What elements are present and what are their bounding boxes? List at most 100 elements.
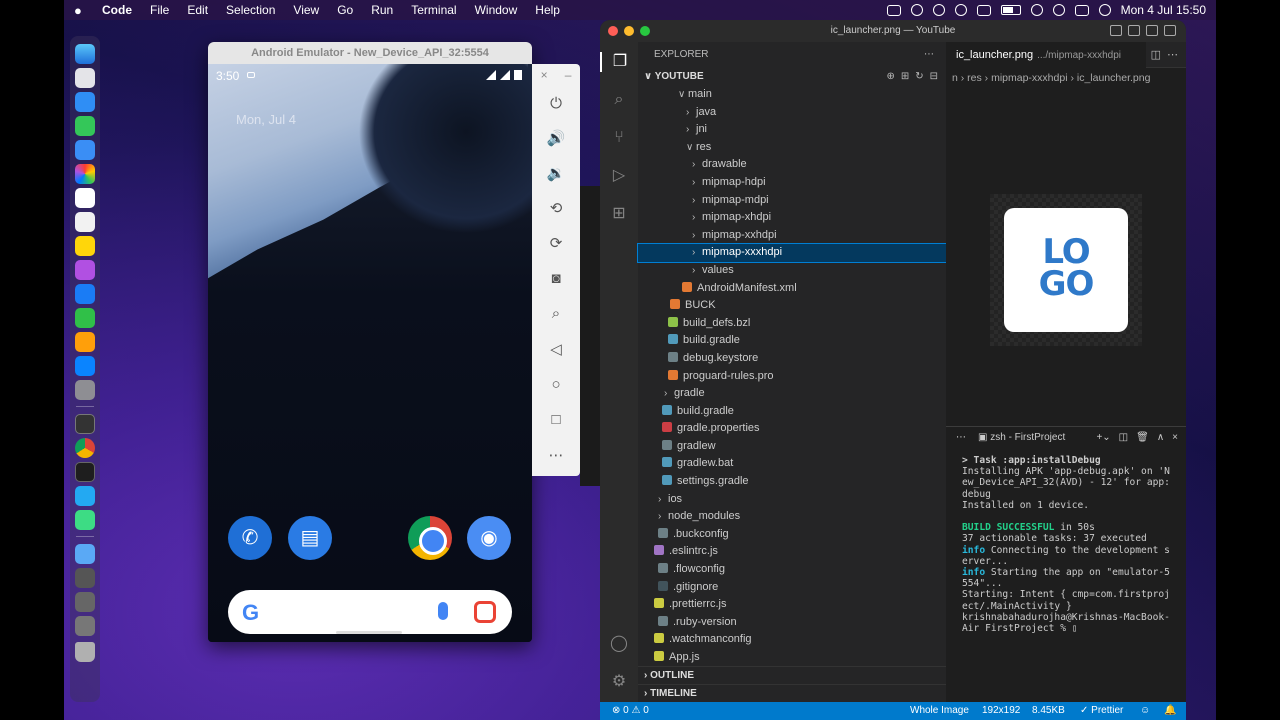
back-icon[interactable]: ◁ (546, 340, 566, 360)
phone-screen[interactable]: 3:50 Mon, Jul 4 ✆ ▤ ◉ G (208, 64, 532, 642)
menu-window[interactable]: Window (475, 3, 518, 17)
split-editor-icon[interactable]: ◫ (1151, 48, 1161, 61)
trash-icon[interactable] (75, 642, 95, 662)
split-terminal-icon[interactable]: ◫ (1119, 427, 1128, 449)
tree-folder[interactable]: › mipmap-xxhdpi (638, 227, 946, 245)
tree-file[interactable]: gradlew.bat (638, 455, 946, 473)
prettier-status[interactable]: ✓ Prettier (1080, 702, 1123, 720)
apple-icon[interactable]: ● (74, 3, 88, 18)
close-panel-icon[interactable]: × (1172, 427, 1178, 449)
safari-icon[interactable] (75, 92, 95, 112)
tree-folder[interactable]: › mipmap-hdpi (638, 174, 946, 192)
microphone-icon[interactable] (438, 602, 448, 620)
home-date[interactable]: Mon, Jul 4 (236, 112, 296, 127)
control-center-icon[interactable] (1074, 4, 1089, 16)
system-preferences-icon[interactable] (75, 380, 95, 400)
numbers-icon[interactable] (75, 308, 95, 328)
chrome-icon[interactable] (75, 438, 95, 458)
run-debug-icon[interactable]: ▷ (609, 166, 629, 186)
timeline-section[interactable]: › TIMELINE (638, 684, 946, 701)
tree-folder[interactable]: › drawable (638, 156, 946, 174)
close-button[interactable] (608, 26, 618, 36)
tree-folder[interactable]: › jni (638, 121, 946, 139)
feedback-icon[interactable]: ☺ (1140, 702, 1150, 720)
reminders-icon[interactable] (75, 212, 95, 232)
source-control-icon[interactable]: ⑂ (609, 128, 629, 148)
breadcrumb[interactable]: n › res › mipmap-xxxhdpi › ic_launcher.p… (946, 68, 1186, 88)
kill-terminal-icon[interactable]: 🗑 (1136, 427, 1149, 449)
menu-app[interactable]: Code (102, 3, 132, 17)
github-icon[interactable] (75, 414, 95, 434)
tree-file[interactable]: .buckconfig (638, 526, 946, 544)
tree-file[interactable]: .ruby-version (638, 614, 946, 632)
search-icon[interactable]: ⌕ (609, 90, 629, 110)
tree-folder[interactable]: ∨ main (638, 86, 946, 104)
vpn-icon[interactable] (910, 4, 923, 16)
rotate-left-icon[interactable]: ⟲ (546, 199, 566, 219)
terminal-tab[interactable]: ▣ zsh - FirstProject (978, 427, 1065, 449)
finder-icon[interactable] (75, 44, 95, 64)
menu-selection[interactable]: Selection (226, 3, 275, 17)
tree-file[interactable]: proguard-rules.pro (638, 368, 946, 386)
camera-app-icon[interactable]: ◉ (467, 516, 511, 560)
screen-icon[interactable] (886, 4, 901, 16)
refresh-icon[interactable]: ↻ (915, 68, 923, 86)
toggle-secondary-sidebar-icon[interactable] (1146, 25, 1158, 36)
keynote-icon[interactable] (75, 284, 95, 304)
tree-file[interactable]: debug.keystore (638, 350, 946, 368)
tree-folder[interactable]: › values (638, 262, 946, 280)
zoom-icon[interactable]: ⌕ (546, 304, 566, 324)
workspace-section[interactable]: ∨ YOUTUBE ⊕ ⊞ ↻ ⊟ (638, 68, 946, 86)
siri-icon[interactable] (1098, 4, 1111, 16)
home-icon[interactable]: ○ (546, 375, 566, 395)
mail-icon[interactable] (75, 140, 95, 160)
menu-run[interactable]: Run (371, 3, 393, 17)
tree-file[interactable]: build_defs.bzl (638, 315, 946, 333)
recent-item-icon[interactable] (75, 568, 95, 588)
wifi-icon[interactable] (1030, 4, 1043, 16)
lens-icon[interactable] (474, 601, 496, 623)
problems-indicator[interactable]: ⊗ 0 ⚠ 0 (612, 702, 649, 720)
phone-app-icon[interactable]: ✆ (228, 516, 272, 560)
photos-icon[interactable] (75, 164, 95, 184)
calendar-icon[interactable] (75, 188, 95, 208)
rotate-right-icon[interactable]: ⟳ (546, 234, 566, 254)
podcasts-icon[interactable] (75, 260, 95, 280)
tree-file[interactable]: settings.gradle (638, 473, 946, 491)
tree-folder[interactable]: › gradle (638, 385, 946, 403)
tree-folder[interactable]: › ios (638, 491, 946, 509)
panel-more-icon[interactable]: ⋯ (956, 427, 966, 449)
more-actions-icon[interactable]: ⋯ (924, 42, 934, 68)
tree-file[interactable]: .gitignore (638, 579, 946, 597)
more-icon[interactable]: ⋯ (546, 446, 566, 466)
screenshot-icon[interactable]: ◙ (546, 269, 566, 289)
tree-folder[interactable]: › mipmap-xxxhdpi (637, 243, 947, 263)
minimize-button[interactable] (624, 26, 634, 36)
terminal-output[interactable]: > Task :app:installDebug Installing APK … (946, 449, 1186, 634)
tree-file[interactable]: build.gradle (638, 403, 946, 421)
messages-icon[interactable] (75, 116, 95, 136)
volume-up-icon[interactable]: 🔊 (546, 129, 566, 149)
image-preview[interactable]: LO GO (990, 194, 1142, 346)
pages-icon[interactable] (75, 332, 95, 352)
explorer-icon[interactable]: ❐ (600, 52, 638, 72)
launchpad-icon[interactable] (75, 68, 95, 88)
accessibility-icon[interactable] (954, 4, 967, 16)
menu-terminal[interactable]: Terminal (411, 3, 456, 17)
battery-icon[interactable] (1000, 5, 1021, 15)
vscode-icon[interactable] (75, 486, 95, 506)
settings-gear-icon[interactable]: ⚙ (609, 672, 629, 692)
new-terminal-icon[interactable]: +⌄ (1096, 427, 1110, 449)
bluetooth-icon[interactable] (976, 4, 991, 16)
spotlight-icon[interactable] (1052, 4, 1065, 16)
tree-file[interactable]: .watchmanconfig (638, 631, 946, 649)
tree-file[interactable]: gradlew (638, 438, 946, 456)
extensions-icon[interactable]: ⊞ (609, 204, 629, 224)
image-zoom-mode[interactable]: Whole Image (910, 702, 969, 720)
new-folder-icon[interactable]: ⊞ (901, 68, 909, 86)
menu-edit[interactable]: Edit (187, 3, 208, 17)
maximize-panel-icon[interactable]: ∧ (1157, 427, 1164, 449)
chrome-app-icon[interactable] (408, 516, 452, 560)
overview-icon[interactable]: □ (546, 410, 566, 430)
toggle-sidebar-icon[interactable] (1110, 25, 1122, 36)
